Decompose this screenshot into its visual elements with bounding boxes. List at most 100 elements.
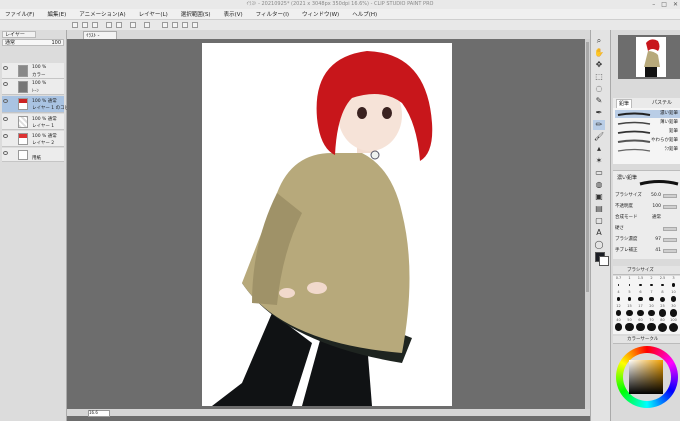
lasso-tool-icon[interactable]: ◌: [593, 84, 605, 94]
figure-tool-icon[interactable]: ▢: [593, 216, 605, 226]
eye-icon[interactable]: [3, 151, 8, 155]
sub-color-swatch[interactable]: [599, 256, 609, 266]
brush-size-cell[interactable]: 8: [657, 290, 668, 304]
color-saturation-square[interactable]: [629, 360, 663, 394]
zoom-field[interactable]: 16.6: [88, 410, 110, 417]
property-row[interactable]: ブラシサイズ 50.0: [615, 192, 679, 200]
decoration-tool-icon[interactable]: ✶: [593, 156, 605, 166]
layer-row[interactable]: 100 % ﾄｰﾝ: [2, 79, 64, 95]
menu-animation[interactable]: アニメーション(A): [79, 10, 125, 18]
property-slider[interactable]: [663, 249, 677, 253]
brush-size-cell[interactable]: 1.5: [635, 276, 646, 290]
property-slider[interactable]: [663, 205, 677, 209]
menu-view[interactable]: 表示(V): [224, 10, 243, 18]
brush-size-cell[interactable]: 2: [646, 276, 657, 290]
property-slider[interactable]: [663, 194, 677, 198]
menu-layer[interactable]: レイヤー(L): [139, 10, 168, 18]
menu-select[interactable]: 選択範囲(S): [181, 10, 211, 18]
property-row[interactable]: 合成モード 通常: [615, 214, 679, 222]
eye-icon[interactable]: [3, 82, 8, 86]
sub-tool-item[interactable]: やわらか鉛筆: [615, 137, 680, 145]
brush-size-cell[interactable]: 15: [624, 304, 635, 318]
eraser-tool-icon[interactable]: ▭: [593, 168, 605, 178]
fill-tool-icon[interactable]: ▣: [593, 192, 605, 202]
save-icon[interactable]: [92, 22, 98, 28]
maximize-button[interactable]: □: [661, 0, 667, 9]
sub-tool-item[interactable]: 薄い鉛筆: [615, 119, 680, 127]
brush-size-cell[interactable]: 60: [635, 318, 646, 332]
menu-filter[interactable]: フィルター(I): [256, 10, 289, 18]
pencil-tool-icon[interactable]: ✏: [593, 120, 605, 130]
eye-icon[interactable]: [3, 117, 8, 121]
brush-size-cell[interactable]: 80: [657, 318, 668, 332]
brush-size-cell[interactable]: 0.7: [613, 276, 624, 290]
eyedropper-tool-icon[interactable]: ✎: [593, 96, 605, 106]
undo-icon[interactable]: [106, 22, 112, 28]
property-row[interactable]: 不透明度 100: [615, 203, 679, 211]
menu-file[interactable]: ファイル(F): [5, 10, 34, 18]
brush-size-cell[interactable]: 4: [613, 290, 624, 304]
document-tab[interactable]: ｲﾗｽﾄ - 20210925*: [83, 31, 117, 47]
layer-panel-tab[interactable]: レイヤー: [2, 31, 36, 38]
sub-tool-tab-pastel[interactable]: パステル: [650, 99, 674, 107]
hand-tool-icon[interactable]: ✋: [593, 48, 605, 58]
brush-size-cell[interactable]: 10: [668, 290, 679, 304]
zoom-tool-icon[interactable]: ⌕: [593, 36, 605, 46]
ruler-icon[interactable]: [182, 22, 188, 28]
layer-row[interactable]: 100 % 通常 レイヤー 2: [2, 131, 64, 147]
sub-tool-item[interactable]: 濃い鉛筆: [615, 110, 680, 118]
brush-size-cell[interactable]: 17: [635, 304, 646, 318]
clear-icon[interactable]: [130, 22, 136, 28]
vertical-scroll-thumb[interactable]: [586, 42, 589, 292]
brush-size-cell[interactable]: 5: [624, 290, 635, 304]
brush-size-cell[interactable]: 25: [657, 304, 668, 318]
eye-icon[interactable]: [3, 66, 8, 70]
open-file-icon[interactable]: [82, 22, 88, 28]
property-row[interactable]: 硬さ: [615, 225, 679, 233]
pen-tool-icon[interactable]: ✒: [593, 108, 605, 118]
property-row[interactable]: 手ブレ補正 41: [615, 247, 679, 255]
brush-size-cell[interactable]: 70: [646, 318, 657, 332]
brush-size-cell[interactable]: 50: [624, 318, 635, 332]
blend-mode-select[interactable]: 通常 100: [2, 39, 64, 46]
property-row[interactable]: ブラシ濃度 97: [615, 236, 679, 244]
minimize-button[interactable]: –: [652, 0, 655, 9]
brush-size-cell[interactable]: 100: [668, 318, 679, 332]
airbrush-tool-icon[interactable]: ▴: [593, 144, 605, 154]
move-tool-icon[interactable]: ✥: [593, 60, 605, 70]
brush-size-cell[interactable]: 12: [613, 304, 624, 318]
menu-help[interactable]: ヘルプ(H): [352, 10, 377, 18]
sub-tool-item[interactable]: 鉛筆: [615, 128, 680, 136]
eye-icon[interactable]: [3, 134, 8, 138]
property-slider[interactable]: [663, 227, 677, 231]
brush-size-cell[interactable]: 2.5: [657, 276, 668, 290]
brush-size-cell[interactable]: 40: [613, 318, 624, 332]
redo-icon[interactable]: [116, 22, 122, 28]
blend-tool-icon[interactable]: ◍: [593, 180, 605, 190]
transform-icon[interactable]: [144, 22, 150, 28]
brush-size-cell[interactable]: 1: [624, 276, 635, 290]
brush-tool-icon[interactable]: 🖌: [593, 132, 605, 142]
menu-window[interactable]: ウィンドウ(W): [302, 10, 339, 18]
grid-icon[interactable]: [192, 22, 198, 28]
text-tool-icon[interactable]: A: [593, 228, 605, 238]
layer-row-selected[interactable]: 100 % 通常 レイヤー 1 のコピー: [2, 96, 74, 113]
close-button[interactable]: ✕: [673, 0, 678, 9]
brush-size-cell[interactable]: 7: [646, 290, 657, 304]
brush-size-cell[interactable]: 30: [668, 304, 679, 318]
property-slider[interactable]: [663, 238, 677, 242]
layer-row[interactable]: 100 % 通常 レイヤー 1: [2, 114, 64, 130]
balloon-tool-icon[interactable]: ◯: [593, 240, 605, 250]
layer-row[interactable]: 用紙: [2, 148, 64, 162]
select-tool-icon[interactable]: ⬚: [593, 72, 605, 82]
gradient-tool-icon[interactable]: ▤: [593, 204, 605, 214]
layer-row[interactable]: 100 % カラー: [2, 63, 64, 79]
sub-tool-item[interactable]: ﾗﾌ鉛筆: [615, 146, 680, 154]
snap-icon[interactable]: [172, 22, 178, 28]
menu-edit[interactable]: 編集(E): [47, 10, 66, 18]
brush-size-cell[interactable]: 6: [635, 290, 646, 304]
artboard[interactable]: [202, 43, 452, 406]
brush-size-cell[interactable]: 3: [668, 276, 679, 290]
eye-icon[interactable]: [3, 99, 8, 103]
new-file-icon[interactable]: [72, 22, 78, 28]
